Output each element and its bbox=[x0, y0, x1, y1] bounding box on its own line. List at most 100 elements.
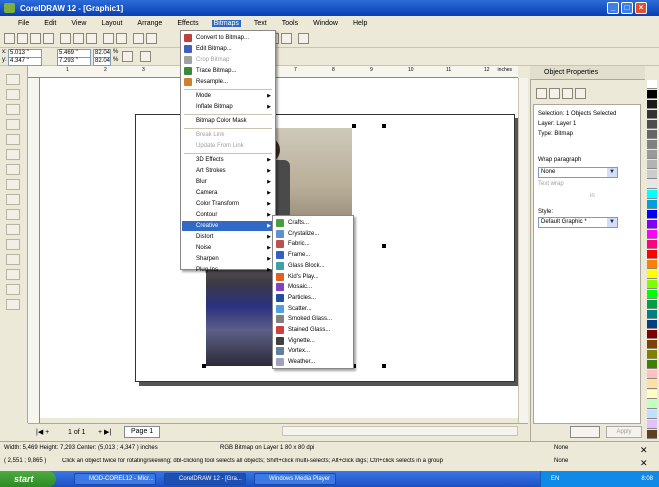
color-swatch[interactable] bbox=[647, 140, 657, 149]
rotation-icon[interactable] bbox=[140, 51, 151, 62]
menu-effects[interactable]: Effects bbox=[175, 20, 200, 27]
export-icon[interactable] bbox=[146, 33, 157, 44]
bitmaps-menu-item-update-from-link[interactable]: Update From Link bbox=[182, 141, 274, 151]
color-swatch[interactable] bbox=[647, 150, 657, 159]
fill-tool-icon[interactable] bbox=[6, 284, 20, 295]
menu-text[interactable]: Text bbox=[252, 20, 269, 27]
taskbar-item-coreldraw[interactable]: CorelDRAW 12 - [Gra... bbox=[164, 473, 246, 485]
selection-handle[interactable] bbox=[352, 124, 356, 128]
import-icon[interactable] bbox=[133, 33, 144, 44]
taskbar-item-media-player[interactable]: Windows Media Player bbox=[254, 473, 336, 485]
creative-item-crystalize[interactable]: Crystalize... bbox=[274, 229, 352, 239]
style-select[interactable]: Default Graphic * ▼ bbox=[538, 217, 618, 228]
new-document-icon[interactable] bbox=[4, 33, 15, 44]
summary-tab-icon[interactable] bbox=[575, 88, 586, 99]
color-swatch[interactable] bbox=[647, 310, 657, 319]
color-swatch[interactable] bbox=[647, 100, 657, 109]
shape-tool-icon[interactable] bbox=[6, 89, 20, 100]
minimize-button[interactable]: _ bbox=[607, 2, 619, 14]
menu-view[interactable]: View bbox=[69, 20, 88, 27]
taskbar-item-word[interactable]: MOD-COREL12 - Micr... bbox=[74, 473, 156, 485]
menu-layout[interactable]: Layout bbox=[99, 20, 124, 27]
crop-tool-icon[interactable] bbox=[6, 104, 20, 115]
close-button[interactable]: × bbox=[635, 2, 647, 14]
polygon-tool-icon[interactable] bbox=[6, 194, 20, 205]
eyedropper-tool-icon[interactable] bbox=[6, 254, 20, 265]
bitmaps-menu-item-plug-ins[interactable]: Plug-Ins ▶ bbox=[182, 265, 274, 275]
fill-none-icon[interactable]: ✕ bbox=[640, 445, 648, 456]
paste-icon[interactable] bbox=[86, 33, 97, 44]
creative-item-vortex[interactable]: Vortex... bbox=[274, 346, 352, 356]
basic-shapes-tool-icon[interactable] bbox=[6, 209, 20, 220]
color-swatch[interactable] bbox=[647, 270, 657, 279]
selection-handle[interactable] bbox=[382, 124, 386, 128]
corel-online-icon[interactable] bbox=[281, 33, 292, 44]
cut-icon[interactable] bbox=[60, 33, 71, 44]
menu-arrange[interactable]: Arrange bbox=[135, 20, 164, 27]
bitmaps-menu-item-resample[interactable]: Resample... bbox=[182, 77, 274, 87]
color-swatch[interactable] bbox=[647, 260, 657, 269]
color-swatch[interactable] bbox=[647, 280, 657, 289]
creative-item-kid-s-play[interactable]: Kid's Play... bbox=[274, 272, 352, 282]
first-page-button[interactable]: |◀ + bbox=[36, 428, 49, 436]
apply-button[interactable]: Apply bbox=[606, 426, 642, 438]
options-icon[interactable] bbox=[298, 33, 309, 44]
color-swatch[interactable] bbox=[647, 210, 657, 219]
bitmaps-menu-item-sharpen[interactable]: Sharpen ▶ bbox=[182, 254, 274, 264]
menu-tools[interactable]: Tools bbox=[280, 20, 300, 27]
color-swatch[interactable] bbox=[647, 430, 657, 439]
menu-help[interactable]: Help bbox=[351, 20, 369, 27]
selection-handle[interactable] bbox=[382, 244, 386, 248]
color-swatch[interactable] bbox=[647, 300, 657, 309]
outline-tab-icon[interactable] bbox=[549, 88, 560, 99]
language-indicator[interactable]: EN bbox=[551, 476, 559, 482]
creative-item-frame[interactable]: Frame... bbox=[274, 250, 352, 260]
color-swatch[interactable] bbox=[647, 110, 657, 119]
height-field[interactable]: 7.293 " bbox=[57, 57, 91, 66]
bitmaps-menu-item-inflate-bitmap[interactable]: Inflate Bitmap ▶ bbox=[182, 102, 274, 112]
vertical-scrollbar[interactable] bbox=[518, 78, 528, 423]
creative-item-weather[interactable]: Weather... bbox=[274, 357, 352, 367]
outline-none-icon[interactable]: ✕ bbox=[640, 458, 648, 469]
color-swatch[interactable] bbox=[647, 130, 657, 139]
creative-item-crafts[interactable]: Crafts... bbox=[274, 218, 352, 228]
creative-item-stained-glass[interactable]: Stained Glass... bbox=[274, 325, 352, 335]
undo-icon[interactable] bbox=[103, 33, 114, 44]
color-swatch[interactable] bbox=[647, 350, 657, 359]
interactive-blend-tool-icon[interactable] bbox=[6, 239, 20, 250]
lock-ratio-icon[interactable] bbox=[122, 51, 133, 62]
bitmaps-menu-item-contour[interactable]: Contour ▶ bbox=[182, 210, 274, 220]
save-icon[interactable] bbox=[30, 33, 41, 44]
freehand-tool-icon[interactable] bbox=[6, 134, 20, 145]
color-swatch[interactable] bbox=[647, 400, 657, 409]
color-swatch[interactable] bbox=[647, 410, 657, 419]
color-swatch[interactable] bbox=[647, 380, 657, 389]
color-swatch[interactable] bbox=[647, 90, 657, 99]
fill-tab-icon[interactable] bbox=[536, 88, 547, 99]
zoom-tool-icon[interactable] bbox=[6, 119, 20, 130]
menu-bitmaps[interactable]: Bitmaps bbox=[211, 19, 241, 27]
bitmaps-menu-item-edit-bitmap[interactable]: Edit Bitmap... bbox=[182, 44, 274, 54]
text-tool-icon[interactable] bbox=[6, 224, 20, 235]
bitmaps-menu-item-convert-to-bitmap[interactable]: Convert to Bitmap... bbox=[182, 33, 274, 43]
y-position-field[interactable]: 4.347 " bbox=[8, 57, 42, 66]
bitmaps-menu-item-break-link[interactable]: Break Link bbox=[182, 130, 274, 140]
ellipse-tool-icon[interactable] bbox=[6, 179, 20, 190]
color-swatch[interactable] bbox=[647, 370, 657, 379]
color-swatch[interactable] bbox=[647, 390, 657, 399]
color-swatch[interactable] bbox=[647, 190, 657, 199]
color-swatch[interactable] bbox=[647, 200, 657, 209]
color-swatch[interactable] bbox=[647, 320, 657, 329]
color-swatch[interactable] bbox=[647, 250, 657, 259]
interactive-fill-tool-icon[interactable] bbox=[6, 299, 20, 310]
color-swatch[interactable] bbox=[647, 120, 657, 129]
creative-item-particles[interactable]: Particles... bbox=[274, 293, 352, 303]
color-swatch[interactable] bbox=[647, 160, 657, 169]
color-swatch[interactable] bbox=[647, 420, 657, 429]
creative-item-mosaic[interactable]: Mosaic... bbox=[274, 282, 352, 292]
color-swatch[interactable] bbox=[647, 220, 657, 229]
bitmaps-menu-item-mode[interactable]: Mode ▶ bbox=[182, 91, 274, 101]
rectangle-tool-icon[interactable] bbox=[6, 164, 20, 175]
color-swatch[interactable] bbox=[647, 230, 657, 239]
creative-item-vignette[interactable]: Vignette... bbox=[274, 336, 352, 346]
